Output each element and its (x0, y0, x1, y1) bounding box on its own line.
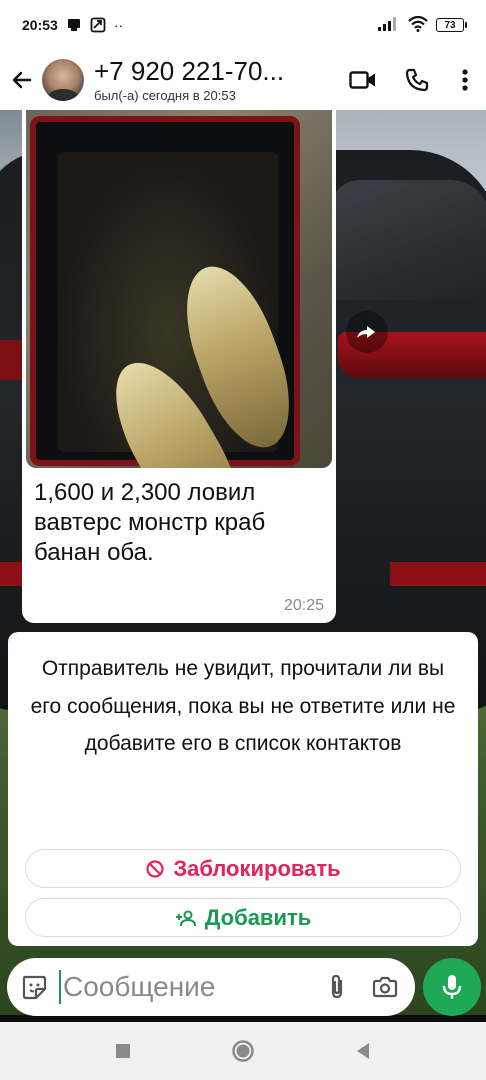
unknown-sender-notice: Отправитель не увидит, прочитали ли вы е… (30, 657, 456, 755)
video-call-icon (349, 71, 375, 89)
more-vert-icon (462, 69, 468, 91)
status-right: 73 (378, 15, 467, 35)
header-actions (336, 50, 486, 110)
video-call-button[interactable] (336, 50, 390, 110)
block-label: Заблокировать (173, 855, 341, 881)
block-icon (145, 859, 165, 879)
contact-name: +7 920 221-70... (94, 56, 285, 86)
add-person-icon (175, 909, 197, 927)
voice-call-button[interactable] (390, 50, 444, 110)
camera-icon (372, 976, 398, 998)
camera-button[interactable] (359, 958, 411, 1016)
wallpaper-reflector-right (390, 562, 486, 586)
block-button[interactable]: Заблокировать (25, 849, 461, 888)
wifi-icon (408, 15, 428, 35)
sticker-icon (22, 975, 47, 1000)
system-nav-bar (0, 1022, 486, 1080)
screen-cast-icon (90, 17, 106, 33)
contact-info[interactable]: +7 920 221-70... был(-а) сегодня в 20:53 (94, 56, 319, 104)
incoming-message[interactable]: 1,600 и 2,300 ловил вавтерс монстр краб … (22, 110, 336, 623)
recents-button[interactable] (108, 1036, 138, 1066)
add-contact-button[interactable]: Добавить (25, 898, 461, 937)
wallpaper-car-window (330, 180, 486, 300)
photo-basket (30, 116, 309, 468)
battery-icon: 73 (436, 18, 467, 32)
emoji-button[interactable] (9, 958, 59, 1016)
cell-signal-icon (378, 16, 400, 34)
last-seen-status: был(-а) сегодня в 20:53 (94, 88, 236, 103)
notification-icon (66, 17, 82, 33)
voice-record-button[interactable] (423, 958, 481, 1016)
attach-button[interactable] (315, 958, 359, 1016)
message-text: 1,600 и 2,300 ловил вавтерс монстр краб … (34, 479, 266, 566)
back-button[interactable] (2, 50, 42, 110)
photo-basket-inner (58, 152, 309, 468)
forward-button[interactable] (346, 311, 388, 353)
square-icon (116, 1044, 130, 1058)
home-circle-icon (232, 1040, 254, 1062)
unknown-sender-card: Отправитель не увидит, прочитали ли вы е… (8, 632, 478, 946)
message-photo[interactable] (26, 110, 332, 468)
status-time: 20:53 (22, 17, 58, 33)
add-label: Добавить (204, 904, 312, 930)
back-arrow-icon (12, 71, 32, 89)
status-bar: 20:53 ·· 73 (0, 0, 486, 50)
message-composer (7, 958, 415, 1016)
chat-header: +7 920 221-70... был(-а) сегодня в 20:53 (0, 50, 486, 110)
avatar[interactable] (42, 59, 84, 101)
paperclip-icon (331, 974, 343, 999)
message-input[interactable] (61, 967, 301, 1007)
message-time: 20:25 (283, 597, 324, 614)
triangle-back-icon (357, 1043, 369, 1059)
microphone-icon (442, 975, 462, 999)
more-options-button[interactable] (444, 50, 486, 110)
phone-icon (405, 68, 429, 92)
more-notifications-icon: ·· (113, 17, 124, 33)
wallpaper-reflector-left (0, 562, 24, 586)
forward-icon (357, 326, 375, 338)
back-nav-button[interactable] (348, 1036, 378, 1066)
home-button[interactable] (228, 1036, 258, 1066)
